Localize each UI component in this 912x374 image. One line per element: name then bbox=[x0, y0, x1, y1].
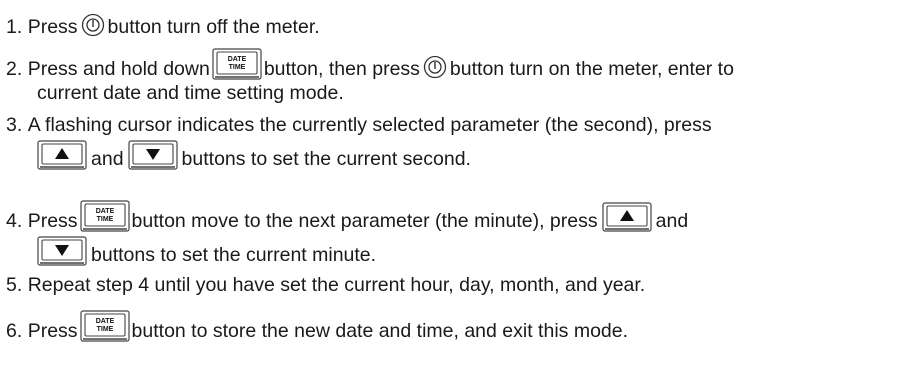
down-arrow-button-icon bbox=[127, 140, 178, 170]
date-label: DATE bbox=[95, 318, 114, 325]
step-3-continuation: and buttons to set the current second. bbox=[37, 136, 471, 170]
step-5: 5. Repeat step 4 until you have set the … bbox=[6, 262, 645, 296]
step-1: 1. Press button turn off the meter. bbox=[6, 4, 320, 38]
time-label: TIME bbox=[96, 216, 113, 223]
step-text: and bbox=[655, 210, 689, 232]
up-arrow-button-icon bbox=[602, 202, 652, 232]
step-text: button turn off the meter. bbox=[107, 16, 320, 38]
step-text: and bbox=[91, 148, 124, 170]
step-text: A flashing cursor indicates the currentl… bbox=[27, 114, 712, 136]
step-number: 3. bbox=[6, 114, 23, 136]
step-text: buttons to set the current second. bbox=[181, 148, 471, 170]
step-2-continuation: current date and time setting mode. bbox=[37, 70, 344, 104]
date-label: DATE bbox=[95, 208, 114, 215]
step-number: 2. bbox=[6, 58, 23, 80]
step-3: 3. A flashing cursor indicates the curre… bbox=[6, 102, 712, 136]
step-text: Press bbox=[27, 210, 78, 232]
up-arrow-button-icon bbox=[37, 140, 87, 170]
step-text: button to store the new date and time, a… bbox=[131, 320, 629, 342]
step-6: 6. Press DATE TIME button to store the ne… bbox=[6, 308, 628, 342]
time-label: TIME bbox=[96, 326, 113, 333]
step-4-continuation: buttons to set the current minute. bbox=[37, 232, 376, 266]
date-label: DATE bbox=[228, 56, 247, 63]
step-number: 5. bbox=[6, 274, 23, 296]
step-text: Press bbox=[27, 320, 78, 342]
power-icon bbox=[423, 55, 447, 79]
step-number: 6. bbox=[6, 320, 23, 342]
date-time-button-icon: DATETIME bbox=[79, 310, 130, 342]
step-text: button move to the next parameter (the m… bbox=[131, 210, 598, 232]
step-text: button turn on the meter, enter to bbox=[449, 58, 734, 80]
power-icon bbox=[81, 13, 104, 37]
step-text: Press bbox=[27, 16, 78, 38]
step-number: 4. bbox=[6, 210, 23, 232]
step-text: current date and time setting mode. bbox=[37, 82, 344, 104]
step-4: 4. Press DATE TIME button move to the nex… bbox=[6, 198, 688, 232]
step-text: Repeat step 4 until you have set the cur… bbox=[27, 274, 646, 296]
date-time-button-icon: DATETIME bbox=[79, 200, 130, 232]
step-number: 1. bbox=[6, 16, 23, 38]
